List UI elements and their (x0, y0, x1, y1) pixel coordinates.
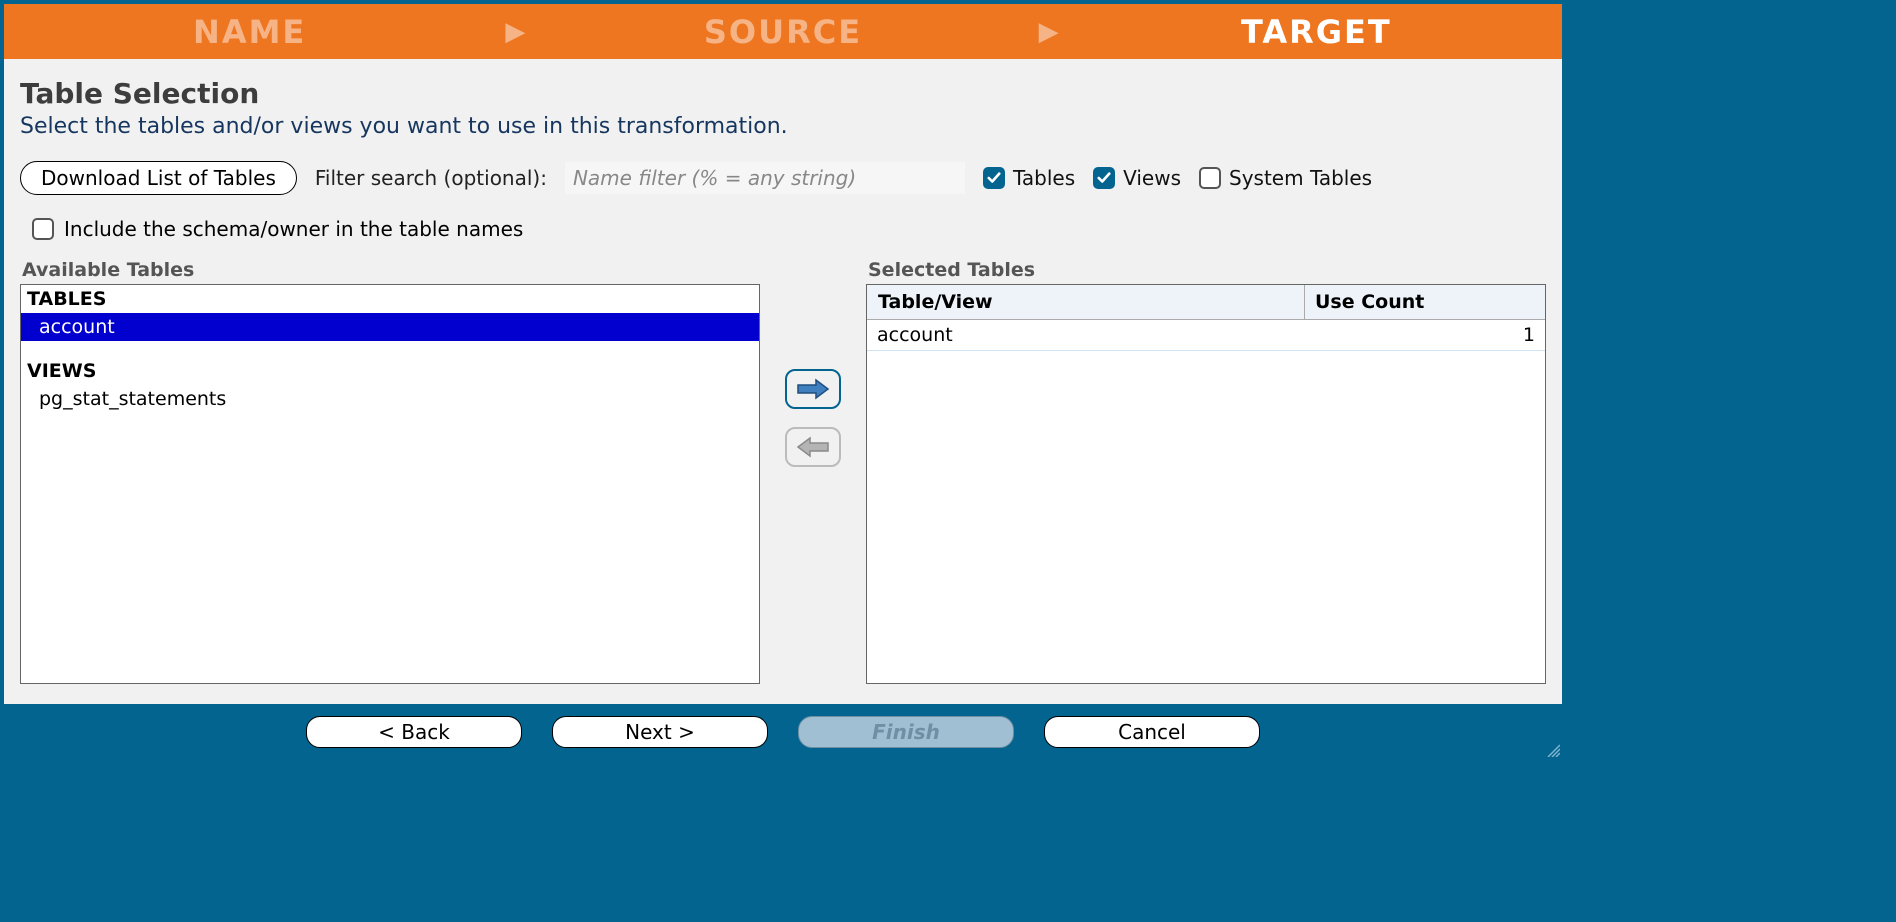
tree-group-views: VIEWS (21, 357, 759, 385)
resize-grip-icon[interactable] (1546, 743, 1560, 757)
selected-tables-column: Selected Tables Table/View Use Count acc… (866, 259, 1546, 684)
col-use-count[interactable]: Use Count (1305, 285, 1545, 319)
transfer-arrows (778, 259, 848, 684)
wizard-step-source[interactable]: SOURCE (537, 13, 1028, 51)
cancel-button[interactable]: Cancel (1044, 716, 1260, 748)
content-area: Table Selection Select the tables and/or… (4, 59, 1562, 704)
system-tables-checkbox-label: System Tables (1229, 166, 1372, 190)
lists-area: Available Tables TABLES account VIEWS pg… (20, 259, 1546, 704)
tables-checkbox-wrap[interactable]: Tables (983, 166, 1075, 190)
available-tables-heading: Available Tables (22, 259, 760, 281)
page-title: Table Selection (20, 77, 1546, 110)
next-button[interactable]: Next > (552, 716, 768, 748)
name-filter-input[interactable] (565, 162, 965, 194)
wizard-header: NAME ▶ SOURCE ▶ TARGET (4, 4, 1562, 59)
chevron-right-icon: ▶ (1029, 17, 1071, 47)
check-icon (1097, 171, 1111, 185)
finish-button: Finish (798, 716, 1014, 748)
views-checkbox[interactable] (1093, 167, 1115, 189)
selected-row[interactable]: account 1 (867, 320, 1545, 351)
arrow-left-icon (796, 436, 830, 458)
tree-item-pg-stat-statements[interactable]: pg_stat_statements (21, 385, 759, 413)
check-icon (987, 171, 1001, 185)
arrow-right-icon (796, 378, 830, 400)
grid-header: Table/View Use Count (867, 285, 1545, 320)
available-tables-column: Available Tables TABLES account VIEWS pg… (20, 259, 760, 684)
tree-group-tables: TABLES (21, 285, 759, 313)
col-table-view[interactable]: Table/View (867, 285, 1305, 319)
system-tables-checkbox[interactable] (1199, 167, 1221, 189)
include-schema-row[interactable]: Include the schema/owner in the table na… (32, 217, 1546, 241)
include-schema-checkbox[interactable] (32, 218, 54, 240)
filter-row: Download List of Tables Filter search (o… (20, 161, 1546, 195)
page-subtitle: Select the tables and/or views you want … (20, 114, 1546, 139)
wizard-footer: < Back Next > Finish Cancel (4, 704, 1562, 759)
selected-row-count: 1 (1305, 320, 1545, 350)
tables-checkbox-label: Tables (1013, 166, 1075, 190)
tree-item-account[interactable]: account (21, 313, 759, 341)
system-tables-checkbox-wrap[interactable]: System Tables (1199, 166, 1372, 190)
download-tables-button[interactable]: Download List of Tables (20, 161, 297, 195)
wizard-window: NAME ▶ SOURCE ▶ TARGET Table Selection S… (0, 0, 1566, 763)
back-button[interactable]: < Back (306, 716, 522, 748)
views-checkbox-label: Views (1123, 166, 1181, 190)
spacer (21, 341, 759, 357)
add-to-selected-button[interactable] (785, 369, 841, 409)
filter-label: Filter search (optional): (315, 166, 547, 190)
include-schema-label: Include the schema/owner in the table na… (64, 217, 523, 241)
views-checkbox-wrap[interactable]: Views (1093, 166, 1181, 190)
selected-tables-grid[interactable]: Table/View Use Count account 1 (866, 284, 1546, 684)
tables-checkbox[interactable] (983, 167, 1005, 189)
selected-row-name: account (867, 320, 1305, 350)
available-tables-list[interactable]: TABLES account VIEWS pg_stat_statements (20, 284, 760, 684)
chevron-right-icon: ▶ (495, 17, 537, 47)
remove-from-selected-button[interactable] (785, 427, 841, 467)
wizard-step-name[interactable]: NAME (4, 13, 495, 51)
wizard-step-target[interactable]: TARGET (1071, 13, 1562, 51)
selected-tables-heading: Selected Tables (868, 259, 1546, 281)
